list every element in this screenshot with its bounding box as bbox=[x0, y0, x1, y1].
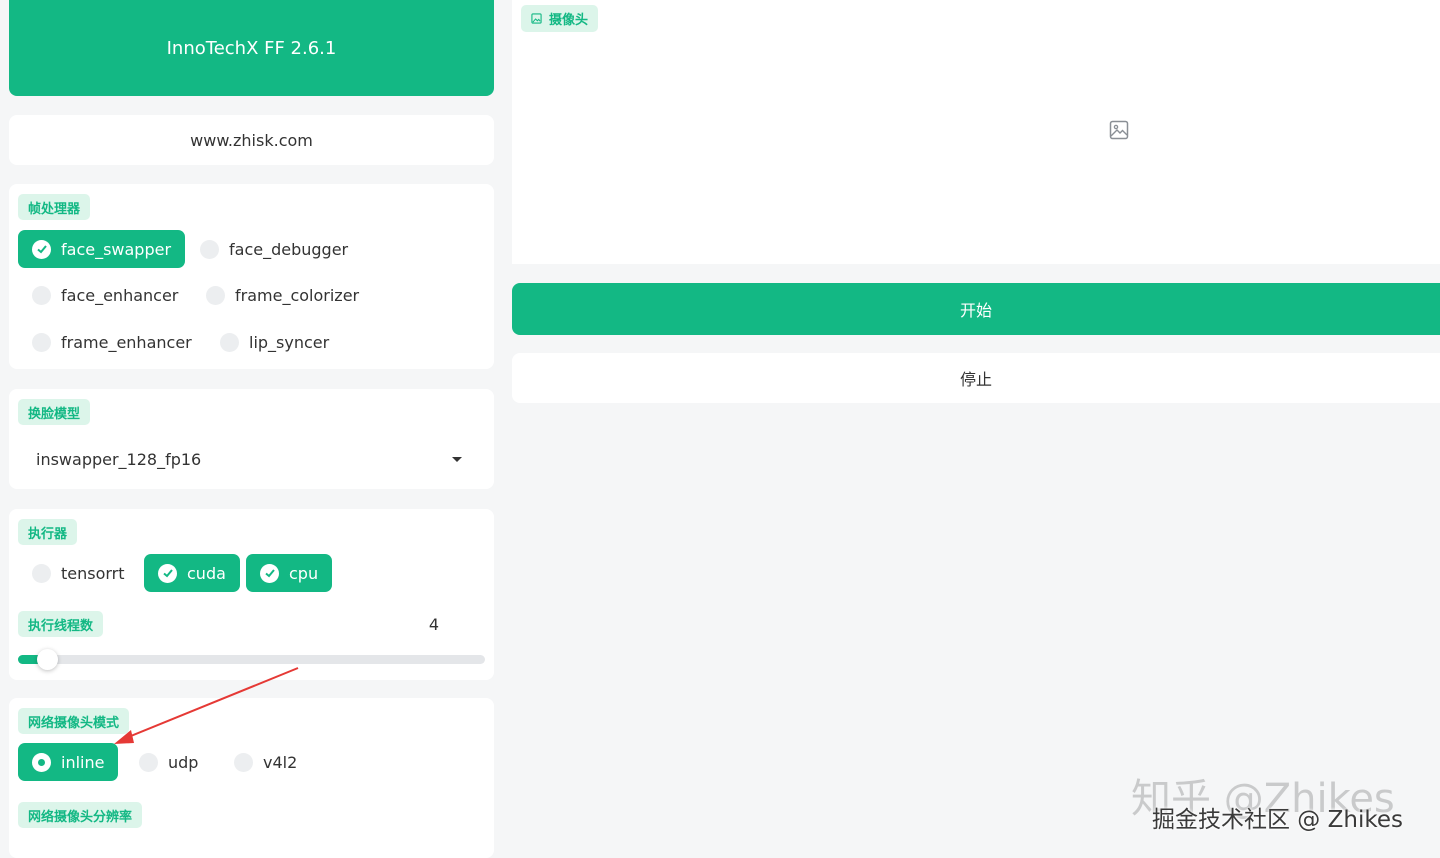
checkbox-unchecked-icon bbox=[32, 285, 51, 305]
check-icon bbox=[260, 563, 279, 583]
checkbox-frame-enhancer[interactable]: frame_enhancer bbox=[18, 323, 206, 361]
checkbox-face-swapper[interactable]: face_swapper bbox=[18, 230, 186, 268]
checkbox-label: face_enhancer bbox=[61, 285, 179, 305]
checkbox-lip-syncer[interactable]: lip_syncer bbox=[206, 323, 343, 361]
face-swapper-model-panel: 换脸模型 inswapper_128_fp16 bbox=[9, 389, 494, 489]
radio-v4l2[interactable]: v4l2 bbox=[220, 743, 311, 781]
checkbox-unchecked-icon bbox=[220, 332, 239, 352]
checkbox-frame-colorizer[interactable]: frame_colorizer bbox=[192, 276, 373, 314]
checkbox-label: face_debugger bbox=[229, 239, 349, 259]
frame-processors-panel: 帧处理器 face_swapper face_debugger face_enh… bbox=[9, 184, 494, 369]
camera-label-text: 摄像头 bbox=[549, 13, 589, 28]
settings-column: InnoTechX FF 2.6.1 www.zhisk.com 帧处理器 fa… bbox=[0, 0, 503, 858]
image-placeholder-icon bbox=[1109, 120, 1129, 140]
thread-count-input[interactable]: 4 bbox=[404, 608, 464, 640]
checkbox-face-enhancer[interactable]: face_enhancer bbox=[18, 276, 192, 314]
checkbox-label: cpu bbox=[289, 563, 319, 583]
checkbox-unchecked-icon bbox=[200, 239, 219, 259]
checkbox-unchecked-icon bbox=[206, 285, 225, 305]
webcam-resolution-label: 网络摄像头分辨率 bbox=[18, 802, 143, 828]
checkbox-cpu[interactable]: cpu bbox=[246, 554, 333, 592]
preview-column: 摄像头 开始 停止 bbox=[512, 0, 1440, 852]
frame-processors-label: 帧处理器 bbox=[18, 194, 91, 220]
stop-button[interactable]: 停止 bbox=[512, 353, 1440, 403]
checkbox-cuda[interactable]: cuda bbox=[144, 554, 240, 592]
radio-unselected-icon bbox=[234, 752, 253, 772]
start-button[interactable]: 开始 bbox=[512, 283, 1440, 335]
radio-label: inline bbox=[61, 752, 105, 772]
executors-label: 执行器 bbox=[18, 519, 78, 545]
face-swapper-model-label: 换脸模型 bbox=[18, 399, 91, 425]
checkbox-label: cuda bbox=[187, 563, 226, 583]
image-icon bbox=[531, 13, 542, 24]
face-swapper-model-select[interactable]: inswapper_128_fp16 bbox=[18, 439, 482, 479]
checkbox-face-debugger[interactable]: face_debugger bbox=[186, 230, 362, 268]
radio-label: v4l2 bbox=[263, 752, 298, 772]
watermark-small: 掘金技术社区 @ Zhikes bbox=[1152, 807, 1403, 833]
radio-selected-icon bbox=[32, 752, 51, 772]
slider-thumb[interactable] bbox=[37, 649, 58, 670]
radio-label: udp bbox=[168, 752, 199, 772]
radio-inline[interactable]: inline bbox=[18, 743, 119, 781]
checkbox-tensorrt[interactable]: tensorrt bbox=[18, 554, 139, 592]
thread-count-slider[interactable] bbox=[18, 649, 485, 670]
webcam-mode-label: 网络摄像头模式 bbox=[18, 708, 130, 734]
checkbox-label: frame_enhancer bbox=[61, 332, 192, 352]
checkbox-label: lip_syncer bbox=[249, 332, 330, 352]
caret-down-icon bbox=[452, 457, 462, 462]
check-icon bbox=[32, 239, 51, 259]
camera-label: 摄像头 bbox=[521, 5, 599, 32]
thread-count-label: 执行线程数 bbox=[18, 611, 104, 637]
radio-udp[interactable]: udp bbox=[125, 743, 212, 781]
webcam-panel: 网络摄像头模式 inline udp v4l2 网络摄像头分辨率 bbox=[9, 698, 494, 858]
camera-preview: 摄像头 bbox=[512, 0, 1440, 264]
url-card: www.zhisk.com bbox=[9, 115, 494, 165]
app-title: InnoTechX FF 2.6.1 bbox=[166, 37, 337, 59]
check-icon bbox=[158, 563, 177, 583]
checkbox-label: tensorrt bbox=[61, 563, 125, 583]
checkbox-label: face_swapper bbox=[61, 239, 172, 259]
radio-unselected-icon bbox=[139, 752, 158, 772]
site-url: www.zhisk.com bbox=[190, 130, 313, 150]
selected-value: inswapper_128_fp16 bbox=[36, 449, 202, 469]
checkbox-label: frame_colorizer bbox=[235, 285, 360, 305]
checkbox-unchecked-icon bbox=[32, 332, 51, 352]
checkbox-unchecked-icon bbox=[32, 563, 51, 583]
app-title-banner: InnoTechX FF 2.6.1 bbox=[9, 0, 494, 96]
